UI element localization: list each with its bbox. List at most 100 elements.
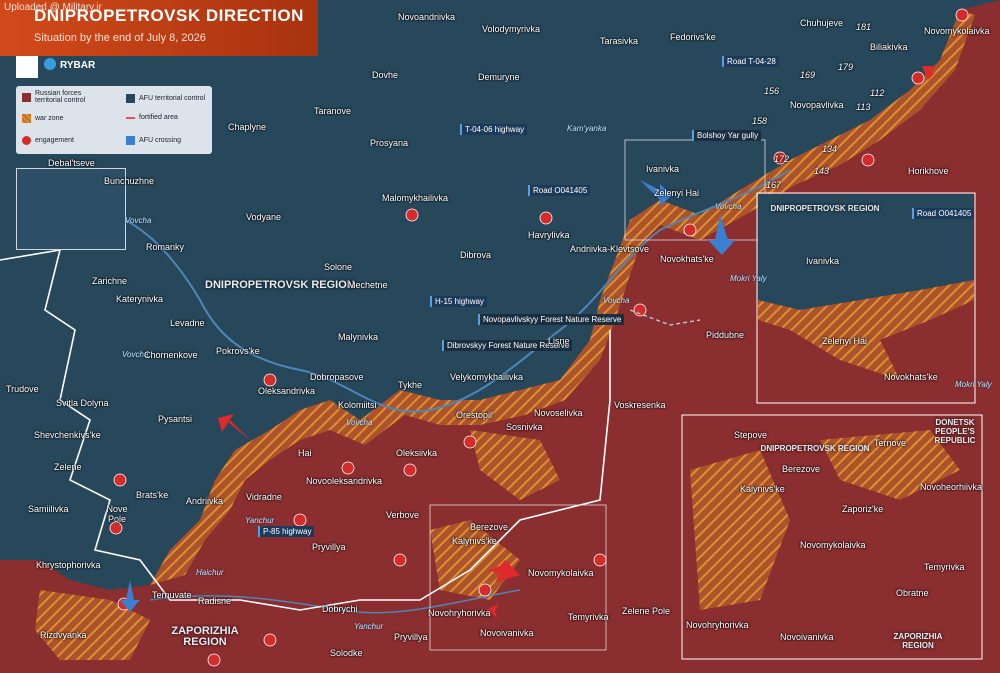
town-label: Shevchenkivs'ke [34,430,101,440]
town-label: Temyrivka [568,612,609,622]
river-label: Mokri Yaly [955,380,992,389]
town-label: Dibrova [460,250,492,260]
russian-swatch [22,92,31,102]
warzone-swatch [22,114,31,123]
height-marker: 158 [752,116,768,126]
road-tag: Road O041405 [528,185,591,196]
legend-panel: Russian forces territorial control AFU t… [16,86,212,154]
town-label: Khrystophorivka [36,560,101,570]
town-label: Andriivka [186,496,224,506]
town-label: Pysantsi [158,414,193,424]
town-label: Zelene [54,462,82,472]
town-label: Kalynivs'ke [452,536,497,546]
town-label: Chornenkove [144,350,198,360]
engagement-icon [22,136,31,145]
legend-item-warzone: war zone [22,114,63,123]
inset-town-label: Temyrivka [924,562,965,572]
inset-town-label: Kalynivs'ke [740,484,785,494]
town-label: Novopavlivka [790,100,844,110]
inset-town-label: Stepove [734,430,768,440]
town-label: Svitla Dolyna [56,398,109,408]
legend-item-afu: AFU territorial control [126,94,205,103]
inset-town-label: Novoivanivka [780,632,834,642]
town-label: Dobrychi [322,604,358,614]
river-label: Vovcha [715,202,742,211]
town-label: Novomykolaivka [924,26,990,36]
region-label: ZAPORIZHIA REGION [171,625,239,648]
town-label: Solone [324,262,353,272]
town-label: Demuryne [478,72,520,82]
town-label: Prosyana [370,138,409,148]
town-label: Orestopil' [456,410,494,420]
height-marker: 134 [822,144,838,154]
legend-label: engagement [35,137,74,144]
inset-region-label: ZAPORIZHIA REGION [893,632,943,650]
legend-item-russian: Russian forces territorial control [22,90,105,104]
town-label: Ternuvate [152,590,192,600]
town-label: Samiilivka [28,504,69,514]
town-label: Radisne [198,596,232,606]
town-label: Debal'tseve [48,158,95,168]
town-label: Andriivka-Klevtsove [570,244,650,254]
town-label: Kolomiitsi [338,400,377,410]
town-label: Brats'ke [136,490,169,500]
town-label: Voskresenka [614,400,666,410]
height-marker: 167 [766,180,782,190]
height-marker: 181 [856,22,872,32]
town-label: Katerynivka [116,294,164,304]
town-label: Ivanivka [646,164,680,174]
legend-label: war zone [35,115,64,122]
river-label: Vovcha [346,418,373,427]
height-marker: 113 [856,102,871,112]
inset-town-label: Novoheorhiivka [920,482,983,492]
fortified-swatch [126,116,135,119]
road-tag: Road O041405 [912,208,975,219]
height-marker: 179 [838,62,854,72]
road-tag: T-04-06 highway [460,124,528,135]
legend-label: Russian forces territorial control [35,90,86,104]
town-label: Novoselivka [534,408,583,418]
upload-watermark: Uploaded @ Military.ir [4,2,102,13]
town-label: Pryvillya [312,542,346,552]
river-label: Yanchur [245,516,275,525]
town-label: Volodymyrivka [482,24,541,34]
town-label: Verbove [386,510,420,520]
inset-town-label: Ternove [874,438,907,448]
town-label: Dobropasove [310,372,364,382]
town-label: Tarasivka [600,36,639,46]
town-label: Rizdvyanka [40,630,87,640]
town-label: Novokhats'ke [660,254,714,264]
town-label: Mechetne [348,280,388,290]
afu-swatch [126,94,135,103]
river-label: Vovcha [603,296,630,305]
river-label: Haichur [196,568,224,577]
town-label: Novohryhorivka [428,608,491,618]
town-label: Novooleksandrivka [306,476,383,486]
inset-town-label: Novohryhorivka [686,620,749,630]
legend-label: fortified area [139,114,178,121]
town-label: Bunchuzhne [104,176,155,186]
road-tag: P-85 highway [258,526,315,537]
town-label: Lisne [548,336,570,346]
inset-town-label: Zelenyi Hai [822,336,868,346]
river-label: Vovcha [125,216,152,225]
legend-item-engagement: engagement [22,136,74,145]
height-marker: 169 [800,70,816,80]
height-marker: 156 [764,86,780,96]
town-label: Nove Pole [106,504,128,524]
town-label: Romanky [146,242,185,252]
town-label: Pryvillya [394,632,428,642]
town-label: Havrylivka [528,230,570,240]
inset-region-label: DNIPROPETROVSK REGION [760,444,870,453]
inset-region-label: DNIPROPETROVSK REGION [770,204,880,213]
town-label: Piddubne [706,330,745,340]
road-tag: H-15 highway [430,296,487,307]
crossing-icon [126,136,135,145]
map-canvas: DNIPROPETROVSK DIRECTION Situation by th… [0,0,1000,673]
brand-logo: RYBAR [60,60,96,71]
telegram-icon [44,58,56,70]
town-label: Trudove [6,384,39,394]
town-label: Chaplyne [228,122,267,132]
town-label: Oleksiivka [396,448,438,458]
town-label: Zelenyi Hai [654,188,700,198]
